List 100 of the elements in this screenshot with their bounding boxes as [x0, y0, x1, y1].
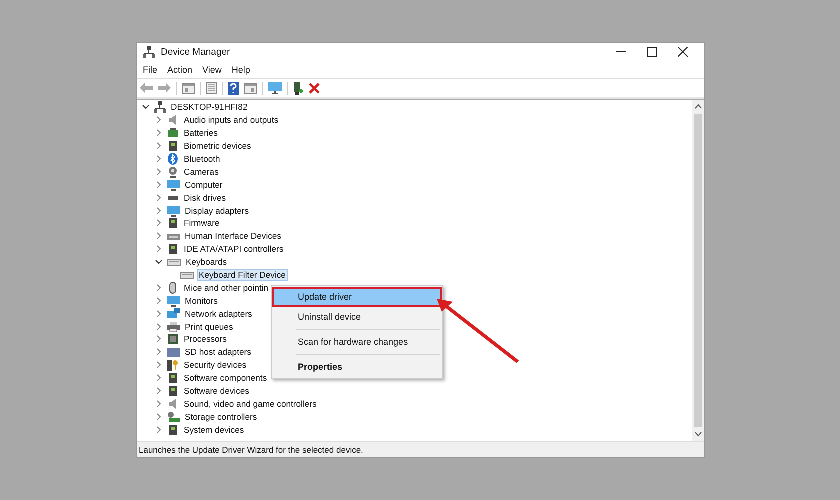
chip-icon	[167, 424, 179, 436]
chip-icon	[167, 372, 179, 384]
forward-arrow-icon[interactable]	[158, 83, 171, 93]
collapsed-chevron-icon[interactable]	[154, 245, 164, 254]
tree-item[interactable]: Disk drives	[182, 192, 228, 204]
printer-icon	[167, 320, 180, 333]
speaker-icon	[167, 114, 179, 126]
tree-item[interactable]: Security devices	[182, 359, 249, 372]
tree-item[interactable]: Processors	[182, 333, 229, 346]
tree-item[interactable]: System devices	[182, 424, 246, 436]
collapsed-chevron-icon[interactable]	[154, 387, 164, 396]
collapsed-chevron-icon[interactable]	[154, 194, 164, 202]
status-bar: Launches the Update Driver Wizard for the selected device.	[137, 441, 704, 457]
speaker-icon	[167, 398, 179, 410]
chip-icon	[167, 243, 179, 256]
battery-icon	[167, 127, 179, 140]
collapsed-chevron-icon[interactable]	[154, 219, 164, 228]
keyboard-icon	[180, 269, 194, 282]
window-panel-icon[interactable]	[244, 82, 257, 94]
collapsed-chevron-icon[interactable]	[154, 155, 164, 163]
collapsed-chevron-icon[interactable]	[154, 129, 164, 138]
tree-item[interactable]: Audio inputs and outputs	[182, 114, 281, 126]
bluetooth-icon	[167, 153, 179, 165]
monitor-icon	[167, 178, 180, 191]
tree-item[interactable]: Mice and other pointin	[182, 282, 271, 294]
collapsed-chevron-icon[interactable]	[154, 374, 164, 382]
chip-icon	[167, 385, 179, 398]
collapsed-chevron-icon[interactable]	[154, 361, 164, 370]
back-arrow-icon[interactable]	[140, 83, 153, 93]
tree-item[interactable]: Software devices	[182, 385, 252, 398]
remove-icon[interactable]	[309, 82, 320, 94]
storage-controller-icon	[167, 410, 180, 423]
collapsed-chevron-icon[interactable]	[154, 296, 164, 305]
scroll-down-icon[interactable]	[694, 432, 702, 437]
chip-icon	[167, 140, 179, 152]
key-icon	[167, 359, 179, 372]
card-reader-icon	[167, 346, 180, 358]
tree-item[interactable]: Batteries	[182, 127, 220, 140]
scroll-up-icon[interactable]	[694, 104, 702, 109]
tree-item[interactable]: Bluetooth	[182, 153, 222, 165]
menu-item[interactable]: Scan for hardware changes	[272, 332, 442, 352]
menu-item[interactable]: Properties	[272, 357, 442, 377]
mouse-icon	[167, 282, 179, 294]
tree-item[interactable]: Keyboard Filter Device	[197, 269, 288, 282]
collapsed-chevron-icon[interactable]	[154, 426, 164, 434]
monitor-icon	[167, 204, 180, 217]
collapsed-chevron-icon[interactable]	[154, 284, 164, 292]
document-icon[interactable]	[206, 82, 217, 94]
window-title: Device Manager	[161, 46, 230, 58]
collapsed-chevron-icon[interactable]	[154, 412, 164, 421]
close-icon[interactable]	[678, 47, 688, 57]
menu-item[interactable]: Help	[230, 64, 256, 76]
collapsed-chevron-icon[interactable]	[154, 335, 164, 344]
network-monitor-icon	[167, 308, 180, 320]
plug-icon[interactable]	[293, 82, 304, 94]
menu-item[interactable]: File	[141, 64, 163, 76]
disk-drive-icon	[167, 196, 179, 200]
tree-item[interactable]: Sound, video and game controllers	[182, 398, 319, 410]
monitor-icon[interactable]	[268, 82, 282, 94]
collapsed-chevron-icon[interactable]	[154, 310, 164, 318]
tree-item[interactable]: Computer	[183, 178, 225, 191]
tree-item[interactable]: Software components	[182, 372, 270, 384]
tree-item[interactable]: Firmware	[182, 217, 222, 230]
expanded-chevron-icon[interactable]	[141, 103, 151, 112]
window-panel-icon[interactable]	[182, 82, 195, 94]
collapsed-chevron-icon[interactable]	[154, 116, 164, 124]
tree-item[interactable]: Human Interface Devices	[183, 230, 284, 242]
tree-item[interactable]: Display adapters	[183, 204, 252, 217]
processor-icon	[167, 333, 179, 346]
tree-item[interactable]: Network adapters	[183, 308, 254, 320]
tree-item[interactable]: Storage controllers	[183, 410, 260, 423]
maximize-icon[interactable]	[647, 47, 657, 57]
collapsed-chevron-icon[interactable]	[154, 322, 164, 331]
collapsed-chevron-icon[interactable]	[154, 168, 164, 176]
collapsed-chevron-icon[interactable]	[154, 142, 164, 150]
collapsed-chevron-icon[interactable]	[154, 206, 164, 215]
collapsed-chevron-icon[interactable]	[154, 400, 164, 408]
tree-item[interactable]: Cameras	[182, 166, 221, 178]
collapsed-chevron-icon[interactable]	[154, 348, 164, 356]
collapsed-chevron-icon[interactable]	[154, 232, 164, 240]
tree-item[interactable]: SD host adapters	[183, 346, 254, 358]
computer-tree-icon	[154, 101, 166, 114]
tree-item[interactable]: IDE ATA/ATAPI controllers	[182, 243, 286, 256]
tree-item[interactable]: Keyboards	[184, 256, 230, 268]
menu-item[interactable]: View	[200, 64, 227, 76]
scrollbar-thumb[interactable]	[694, 114, 702, 427]
help-icon[interactable]	[228, 82, 239, 94]
monitor-icon	[167, 294, 180, 307]
tree-item[interactable]: Biometric devices	[182, 140, 254, 152]
tree-item[interactable]: Monitors	[183, 294, 220, 307]
collapsed-chevron-icon[interactable]	[154, 180, 164, 189]
tree-item[interactable]: DESKTOP-91HFI82	[169, 101, 250, 114]
menu-item[interactable]: Action	[166, 64, 198, 76]
menu-item[interactable]: Uninstall device	[272, 307, 442, 327]
tree-item[interactable]: Print queues	[183, 320, 236, 333]
expanded-chevron-icon[interactable]	[154, 258, 164, 266]
keyboard-icon	[167, 256, 181, 268]
menu-item[interactable]: Update driver	[272, 287, 442, 307]
computer-tree-icon	[143, 46, 155, 58]
webcam-icon	[167, 166, 179, 178]
